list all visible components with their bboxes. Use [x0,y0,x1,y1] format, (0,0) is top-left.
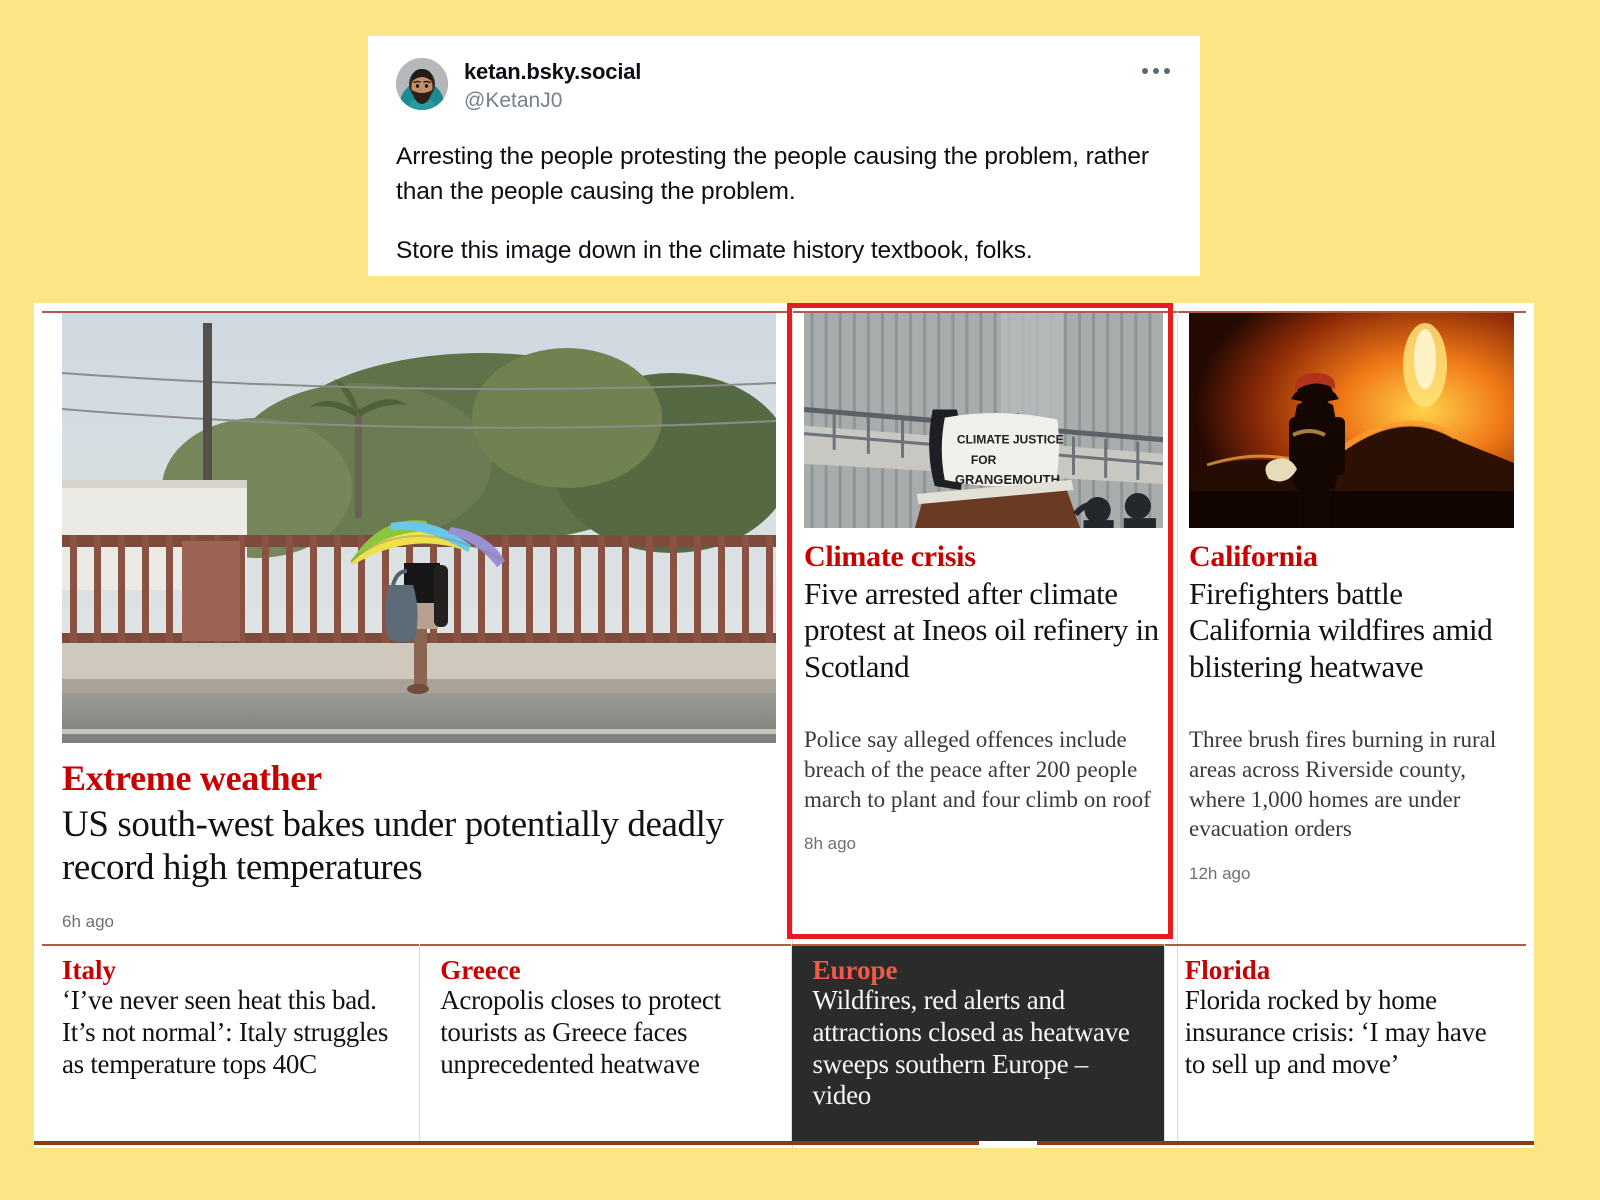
right-headline[interactable]: Firefighters battle California wildfires… [1189,576,1514,685]
wildfire-photo-image [1189,313,1514,528]
italy-kicker[interactable]: Italy [62,956,403,985]
florida-kicker[interactable]: Florida [1185,956,1510,985]
lead-photo [62,313,776,743]
middle-kicker[interactable]: Climate crisis [804,540,1163,573]
post-body: Arresting the people protesting the peop… [396,140,1172,269]
right-standfirst: Three brush fires burning in rural areas… [1189,726,1497,842]
florida-top-rule [1164,944,1526,946]
post-identity: ketan.bsky.social @KetanJ0 [464,58,641,116]
greece-top-rule [420,944,792,946]
post-paragraph-1: Arresting the people protesting the peop… [396,142,1149,205]
small-card-italy[interactable]: Italy ‘I’ve never seen heat this bad. It… [42,944,420,1144]
middle-headline[interactable]: Five arrested after climate protest at I… [804,576,1163,685]
protest-photo-image: CLIMATE JUSTICE FOR GRANGEMOUTH [804,313,1163,528]
post-display-name[interactable]: ketan.bsky.social [464,59,641,85]
bottom-card-strip: Italy ‘I’ve never seen heat this bad. It… [42,944,1526,1144]
lead-photo-image [62,313,776,743]
svg-text:CLIMATE JUSTICE: CLIMATE JUSTICE [957,433,1064,447]
avatar[interactable] [396,58,448,110]
svg-text:FOR: FOR [971,453,997,467]
footer-rule-notch [979,1141,1037,1145]
europe-top-rule [792,944,1164,946]
bluesky-post-card: ketan.bsky.social @KetanJ0 Arresting the… [368,36,1200,276]
california-article-card[interactable]: California Firefighters battle Californi… [1177,313,1526,884]
florida-headline[interactable]: Florida rocked by home insurance crisis:… [1185,985,1510,1080]
lead-article-card[interactable]: Extreme weather US south-west bakes unde… [42,313,792,932]
lead-kicker[interactable]: Extreme weather [62,758,776,799]
right-photo [1189,313,1514,528]
post-header: ketan.bsky.social @KetanJ0 [396,58,1172,116]
guardian-screenshot-panel: Extreme weather US south-west bakes unde… [34,303,1534,1148]
right-timestamp: 12h ago [1189,864,1251,884]
small-card-greece[interactable]: Greece Acropolis closes to protect touri… [420,944,792,1144]
italy-top-rule [42,944,420,946]
more-options-icon[interactable] [1142,68,1170,74]
greece-headline[interactable]: Acropolis closes to protect tourists as … [440,985,775,1080]
climate-crisis-article-card[interactable]: CLIMATE JUSTICE FOR GRANGEMOUTH Climate … [792,313,1177,854]
post-paragraph-2: Store this image down in the climate his… [396,237,1033,265]
lead-headline[interactable]: US south-west bakes under potentially de… [62,803,776,890]
europe-kicker[interactable]: Europe [812,956,1147,985]
middle-timestamp: 8h ago [804,834,856,854]
europe-headline[interactable]: Wildfires, red alerts and attractions cl… [812,985,1147,1111]
right-kicker[interactable]: California [1189,540,1514,573]
small-card-europe-video[interactable]: Europe Wildfires, red alerts and attract… [792,944,1164,1144]
footer-rule [34,1141,1534,1145]
avatar-image [396,58,448,110]
lead-timestamp: 6h ago [62,911,114,931]
post-handle[interactable]: @KetanJ0 [464,87,641,115]
greece-kicker[interactable]: Greece [440,956,775,985]
small-card-florida[interactable]: Florida Florida rocked by home insurance… [1164,944,1526,1144]
italy-headline[interactable]: ‘I’ve never seen heat this bad. It’s not… [62,985,403,1080]
middle-standfirst: Police say alleged offences include brea… [804,726,1151,812]
middle-photo: CLIMATE JUSTICE FOR GRANGEMOUTH [804,313,1163,528]
